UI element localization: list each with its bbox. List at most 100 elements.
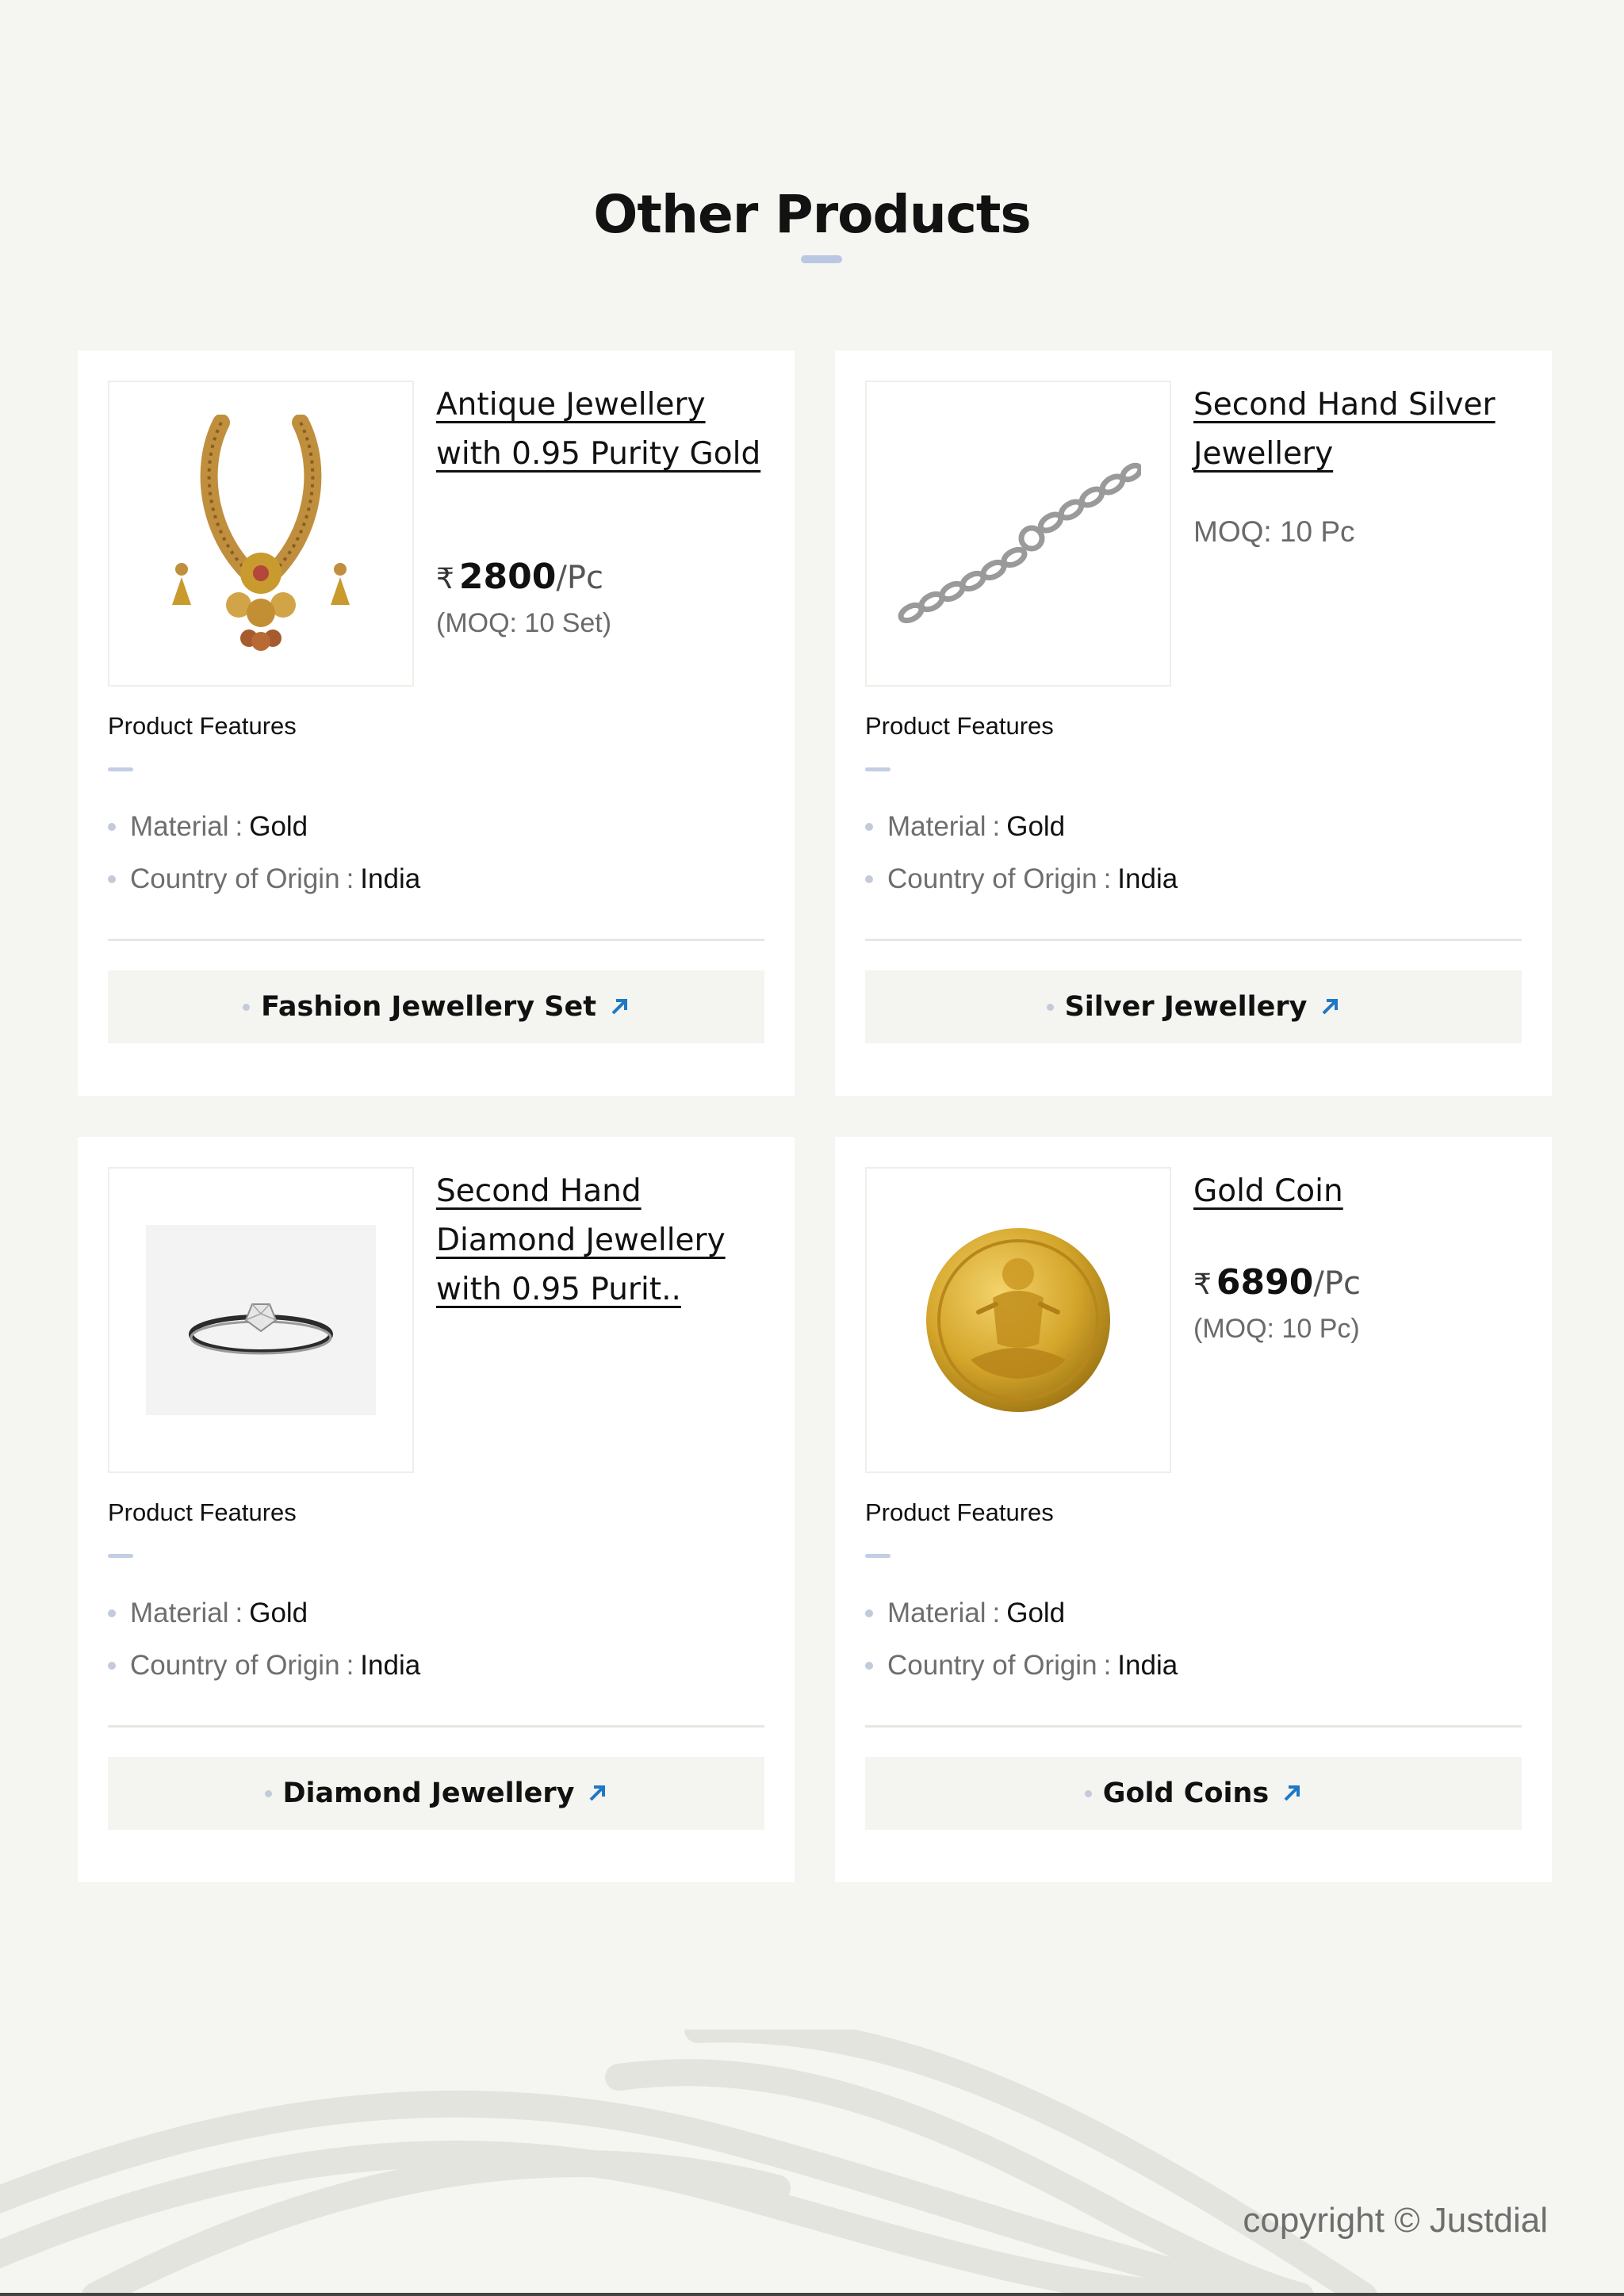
- bullet-icon: [865, 1662, 873, 1670]
- feature-value: India: [1117, 1650, 1178, 1681]
- product-image-frame[interactable]: [108, 381, 414, 687]
- category-link-button[interactable]: Silver Jewellery: [865, 970, 1522, 1043]
- bullet-icon: [865, 823, 873, 831]
- feature-separator: :: [235, 811, 243, 842]
- bullet-icon: [108, 1662, 116, 1670]
- title-accent-line: [801, 255, 842, 263]
- gold-coin-image: [926, 1228, 1110, 1412]
- arrow-up-right-icon: [609, 997, 630, 1017]
- gold-necklace-set-image: [172, 415, 350, 651]
- category-link-button[interactable]: Fashion Jewellery Set: [108, 970, 764, 1043]
- card-divider: [108, 939, 764, 941]
- product-image-frame[interactable]: [865, 381, 1171, 687]
- card-divider: [865, 939, 1522, 941]
- feature-separator: :: [992, 811, 1001, 842]
- price-block: ₹ 2800 /Pc (MOQ: 10 Set): [436, 557, 611, 639]
- bullet-icon: [1046, 1003, 1054, 1011]
- features-heading: Product Features: [108, 1498, 297, 1526]
- feature-label: Country of Origin: [130, 1650, 340, 1681]
- features-accent-line: [865, 1554, 891, 1558]
- copyright-text: copyright © Justdial: [1243, 2201, 1548, 2240]
- category-label: Diamond Jewellery: [282, 1777, 575, 1809]
- product-image-frame[interactable]: [108, 1167, 414, 1473]
- bullet-icon: [865, 875, 873, 883]
- feature-separator: :: [235, 1598, 243, 1628]
- category-link-button[interactable]: Gold Coins: [865, 1757, 1522, 1830]
- product-image-frame[interactable]: [865, 1167, 1171, 1473]
- feature-value: India: [1117, 863, 1178, 894]
- product-card-diamond-jewellery: Second Hand Diamond Jewellery with 0.95 …: [78, 1137, 795, 1882]
- feature-label: Material: [887, 1598, 986, 1628]
- price-unit: /Pc: [1313, 1265, 1361, 1302]
- feature-item: Country of Origin : India: [108, 853, 420, 905]
- price-amount: 6890: [1216, 1262, 1314, 1303]
- bullet-icon: [108, 823, 116, 831]
- feature-item: Country of Origin : India: [108, 1640, 420, 1692]
- features-list: Material : Gold Country of Origin : Indi…: [865, 1587, 1178, 1692]
- product-card-silver-jewellery: Second Hand Silver Jewellery MOQ: 10 Pc …: [835, 350, 1552, 1096]
- feature-value: Gold: [249, 811, 308, 842]
- rupee-icon: ₹: [1193, 1269, 1212, 1301]
- card-divider: [865, 1725, 1522, 1728]
- diamond-ring-image: [146, 1225, 376, 1415]
- feature-value: India: [360, 1650, 421, 1681]
- feature-label: Material: [130, 1598, 229, 1628]
- rupee-icon: ₹: [436, 563, 454, 595]
- feature-value: Gold: [1006, 1598, 1066, 1628]
- product-card-gold-coin: Gold Coin ₹ 6890 /Pc (MOQ: 10 Pc) Produc…: [835, 1137, 1552, 1882]
- price-amount: 2800: [458, 557, 557, 597]
- features-heading: Product Features: [865, 712, 1054, 740]
- bullet-icon: [108, 1609, 116, 1617]
- price-unit: /Pc: [556, 560, 603, 596]
- feature-item: Country of Origin : India: [865, 853, 1178, 905]
- feature-label: Country of Origin: [887, 1650, 1097, 1681]
- feature-separator: :: [346, 1650, 354, 1681]
- product-title-link[interactable]: Antique Jewellery with 0.95 Purity Gold: [436, 381, 769, 479]
- feature-value: India: [360, 863, 421, 894]
- features-list: Material : Gold Country of Origin : Indi…: [108, 801, 420, 905]
- features-accent-line: [865, 767, 891, 771]
- feature-label: Country of Origin: [130, 863, 340, 894]
- feature-label: Country of Origin: [887, 863, 1097, 894]
- features-list: Material : Gold Country of Origin : Indi…: [108, 1587, 420, 1692]
- feature-value: Gold: [249, 1598, 308, 1628]
- features-heading: Product Features: [865, 1498, 1054, 1526]
- arrow-up-right-icon: [1320, 997, 1340, 1017]
- card-divider: [108, 1725, 764, 1728]
- moq-text: (MOQ: 10 Pc): [1193, 1314, 1360, 1344]
- bullet-icon: [865, 1609, 873, 1617]
- price-line: ₹ 2800 /Pc: [436, 557, 611, 597]
- category-label: Fashion Jewellery Set: [261, 991, 596, 1023]
- feature-item: Country of Origin : India: [865, 1640, 1178, 1692]
- category-link-button[interactable]: Diamond Jewellery: [108, 1757, 764, 1830]
- feature-separator: :: [346, 863, 354, 894]
- feature-item: Material : Gold: [865, 1587, 1178, 1640]
- page-title: Other Products: [593, 184, 1031, 246]
- feature-label: Material: [887, 811, 986, 842]
- product-title-link[interactable]: Second Hand Silver Jewellery: [1193, 381, 1526, 479]
- silver-chain-bracelet-image: [898, 462, 1141, 624]
- price-line: ₹ 6890 /Pc: [1193, 1262, 1361, 1303]
- features-heading: Product Features: [108, 712, 297, 740]
- feature-item: Material : Gold: [108, 1587, 420, 1640]
- feature-label: Material: [130, 811, 229, 842]
- footer-wave-decoration: [0, 2030, 1377, 2296]
- feature-separator: :: [1103, 1650, 1112, 1681]
- feature-separator: :: [1103, 863, 1112, 894]
- features-accent-line: [108, 767, 133, 771]
- page-bottom-border: [0, 2293, 1624, 2296]
- bullet-icon: [264, 1789, 272, 1797]
- price-block: ₹ 6890 /Pc (MOQ: 10 Pc): [1193, 1262, 1361, 1345]
- arrow-up-right-icon: [587, 1783, 607, 1804]
- bullet-icon: [243, 1003, 251, 1011]
- feature-separator: :: [992, 1598, 1001, 1628]
- feature-item: Material : Gold: [865, 801, 1178, 853]
- feature-item: Material : Gold: [108, 801, 420, 853]
- product-title-link[interactable]: Gold Coin: [1193, 1167, 1526, 1216]
- product-card-antique-jewellery: Antique Jewellery with 0.95 Purity Gold …: [78, 350, 795, 1096]
- features-accent-line: [108, 1554, 133, 1558]
- bullet-icon: [1084, 1789, 1092, 1797]
- feature-value: Gold: [1006, 811, 1066, 842]
- moq-text: MOQ: 10 Pc: [1193, 515, 1355, 548]
- product-title-link[interactable]: Second Hand Diamond Jewellery with 0.95 …: [436, 1167, 769, 1314]
